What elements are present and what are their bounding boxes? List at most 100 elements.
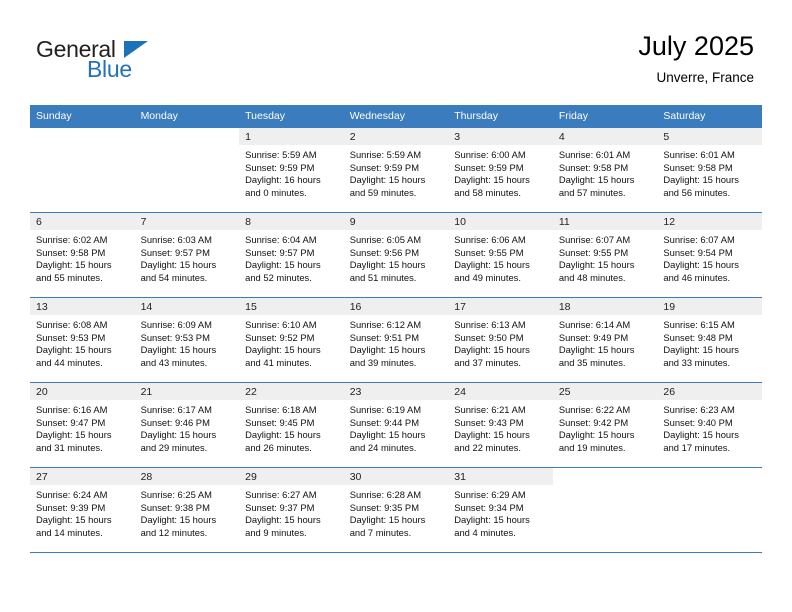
calendar-day-cell[interactable]: 29 Sunrise: 6:27 AM Sunset: 9:37 PM Dayl…: [239, 467, 344, 553]
day-number: 14: [134, 298, 240, 315]
day-number: 15: [239, 298, 344, 315]
day-details: Sunrise: 6:00 AM Sunset: 9:59 PM Dayligh…: [448, 145, 553, 199]
calendar-day-cell[interactable]: 22 Sunrise: 6:18 AM Sunset: 9:45 PM Dayl…: [239, 382, 344, 468]
day-number: 30: [343, 468, 449, 485]
sunrise-text: Sunrise: 6:18 AM: [245, 404, 317, 415]
daylight-text-line1: Daylight: 15 hours: [140, 514, 217, 526]
day-cell-content: 16 Sunrise: 6:12 AM Sunset: 9:51 PM Dayl…: [343, 298, 449, 382]
weekday-header-sunday: Sunday: [30, 105, 135, 128]
day-number: 12: [657, 213, 762, 230]
calendar-day-cell[interactable]: 25 Sunrise: 6:22 AM Sunset: 9:42 PM Dayl…: [552, 382, 658, 468]
calendar-day-cell[interactable]: 10 Sunrise: 6:06 AM Sunset: 9:55 PM Dayl…: [448, 212, 553, 298]
sunrise-text: Sunrise: 6:00 AM: [454, 149, 526, 160]
calendar-day-cell[interactable]: 6 Sunrise: 6:02 AM Sunset: 9:58 PM Dayli…: [30, 212, 135, 298]
calendar-day-cell[interactable]: 2 Sunrise: 5:59 AM Sunset: 9:59 PM Dayli…: [343, 128, 449, 213]
day-details: Sunrise: 6:13 AM Sunset: 9:50 PM Dayligh…: [448, 315, 553, 369]
daylight-text-line1: Daylight: 15 hours: [558, 259, 635, 271]
day-cell-content: 8 Sunrise: 6:04 AM Sunset: 9:57 PM Dayli…: [239, 213, 344, 297]
sunrise-text: Sunrise: 6:01 AM: [558, 149, 631, 160]
day-details: Sunrise: 6:19 AM Sunset: 9:44 PM Dayligh…: [344, 400, 449, 454]
calendar-day-cell[interactable]: 27 Sunrise: 6:24 AM Sunset: 9:39 PM Dayl…: [30, 467, 135, 553]
calendar-day-cell[interactable]: 20 Sunrise: 6:16 AM Sunset: 9:47 PM Dayl…: [30, 382, 135, 468]
daylight-text-line2: and 7 minutes.: [349, 526, 412, 538]
sunset-text: Sunset: 9:55 PM: [454, 246, 524, 258]
calendar-day-cell[interactable]: 30 Sunrise: 6:28 AM Sunset: 9:35 PM Dayl…: [343, 467, 449, 553]
day-details: Sunrise: 6:09 AM Sunset: 9:53 PM Dayligh…: [135, 315, 240, 369]
calendar-day-cell[interactable]: 31 Sunrise: 6:29 AM Sunset: 9:34 PM Dayl…: [448, 467, 553, 553]
day-number: 11: [552, 213, 658, 230]
calendar-day-cell[interactable]: 23 Sunrise: 6:19 AM Sunset: 9:44 PM Dayl…: [343, 382, 449, 468]
daylight-text-line1: Daylight: 15 hours: [349, 344, 426, 356]
day-details: Sunrise: 6:21 AM Sunset: 9:43 PM Dayligh…: [448, 400, 553, 454]
day-number: 3: [448, 128, 553, 145]
day-number: 9: [343, 213, 449, 230]
day-number: 22: [239, 383, 344, 400]
sunrise-text: Sunrise: 6:12 AM: [349, 319, 422, 330]
daylight-text-line2: and 52 minutes.: [245, 271, 312, 283]
calendar-day-cell[interactable]: 19 Sunrise: 6:15 AM Sunset: 9:48 PM Dayl…: [657, 297, 762, 383]
daylight-text-line2: and 49 minutes.: [454, 271, 521, 283]
daylight-text-line2: and 24 minutes.: [349, 441, 417, 453]
sunset-text: Sunset: 9:53 PM: [140, 331, 210, 343]
day-cell-content: 24 Sunrise: 6:21 AM Sunset: 9:43 PM Dayl…: [448, 383, 553, 467]
sunset-text: Sunset: 9:38 PM: [140, 501, 210, 513]
day-details: Sunrise: 6:05 AM Sunset: 9:56 PM Dayligh…: [344, 230, 449, 284]
day-details: Sunrise: 5:59 AM Sunset: 9:59 PM Dayligh…: [239, 145, 344, 199]
calendar-day-cell[interactable]: 5 Sunrise: 6:01 AM Sunset: 9:58 PM Dayli…: [657, 128, 762, 213]
day-number: 29: [239, 468, 344, 485]
calendar-day-cell[interactable]: 12 Sunrise: 6:07 AM Sunset: 9:54 PM Dayl…: [657, 212, 762, 298]
daylight-text-line1: Daylight: 15 hours: [140, 429, 217, 441]
day-number: 21: [134, 383, 240, 400]
daylight-text-line2: and 54 minutes.: [140, 271, 208, 283]
day-number: 27: [30, 468, 135, 485]
daylight-text-line1: Daylight: 15 hours: [663, 174, 739, 186]
daylight-text-line1: Daylight: 15 hours: [663, 344, 739, 356]
daylight-text-line1: Daylight: 15 hours: [558, 344, 635, 356]
calendar-day-cell[interactable]: 16 Sunrise: 6:12 AM Sunset: 9:51 PM Dayl…: [343, 297, 449, 383]
calendar-day-cell[interactable]: 21 Sunrise: 6:17 AM Sunset: 9:46 PM Dayl…: [134, 382, 240, 468]
sunrise-text: Sunrise: 6:25 AM: [140, 489, 212, 500]
calendar-day-cell[interactable]: 18 Sunrise: 6:14 AM Sunset: 9:49 PM Dayl…: [552, 297, 658, 383]
day-number: [657, 468, 762, 485]
calendar-day-cell[interactable]: 17 Sunrise: 6:13 AM Sunset: 9:50 PM Dayl…: [448, 297, 553, 383]
page-subtitle-location: Unverre, France: [656, 70, 754, 85]
day-number: [30, 128, 135, 145]
calendar-day-cell[interactable]: [552, 467, 658, 553]
day-details: Sunrise: 6:03 AM Sunset: 9:57 PM Dayligh…: [135, 230, 240, 284]
calendar-week-row: 20 Sunrise: 6:16 AM Sunset: 9:47 PM Dayl…: [30, 382, 762, 468]
calendar-day-cell[interactable]: 28 Sunrise: 6:25 AM Sunset: 9:38 PM Dayl…: [134, 467, 240, 553]
day-cell-content: 20 Sunrise: 6:16 AM Sunset: 9:47 PM Dayl…: [30, 383, 135, 467]
calendar-day-cell[interactable]: 14 Sunrise: 6:09 AM Sunset: 9:53 PM Dayl…: [134, 297, 240, 383]
calendar-day-cell[interactable]: 3 Sunrise: 6:00 AM Sunset: 9:59 PM Dayli…: [448, 128, 553, 213]
sunset-text: Sunset: 9:35 PM: [349, 501, 419, 513]
calendar-day-cell[interactable]: 13 Sunrise: 6:08 AM Sunset: 9:53 PM Dayl…: [30, 297, 135, 383]
calendar-day-cell[interactable]: 9 Sunrise: 6:05 AM Sunset: 9:56 PM Dayli…: [343, 212, 449, 298]
calendar-day-cell[interactable]: 15 Sunrise: 6:10 AM Sunset: 9:52 PM Dayl…: [239, 297, 344, 383]
calendar-day-cell[interactable]: [657, 467, 762, 553]
daylight-text-line1: Daylight: 15 hours: [349, 514, 426, 526]
daylight-text-line2: and 48 minutes.: [558, 271, 626, 283]
daylight-text-line1: Daylight: 15 hours: [454, 344, 530, 356]
sunrise-text: Sunrise: 6:13 AM: [454, 319, 526, 330]
sunset-text: Sunset: 9:51 PM: [349, 331, 419, 343]
calendar-day-cell[interactable]: 1 Sunrise: 5:59 AM Sunset: 9:59 PM Dayli…: [239, 128, 344, 213]
sunset-text: Sunset: 9:37 PM: [245, 501, 315, 513]
title-block: July 2025 Unverre, France: [638, 30, 754, 88]
calendar-day-cell[interactable]: 11 Sunrise: 6:07 AM Sunset: 9:55 PM Dayl…: [552, 212, 658, 298]
day-cell-content: 2 Sunrise: 5:59 AM Sunset: 9:59 PM Dayli…: [343, 128, 449, 212]
calendar-day-cell[interactable]: 24 Sunrise: 6:21 AM Sunset: 9:43 PM Dayl…: [448, 382, 553, 468]
calendar-day-cell[interactable]: [134, 128, 240, 213]
sunrise-text: Sunrise: 6:10 AM: [245, 319, 317, 330]
calendar-day-cell[interactable]: 4 Sunrise: 6:01 AM Sunset: 9:58 PM Dayli…: [552, 128, 658, 213]
daylight-text-line1: Daylight: 15 hours: [663, 259, 739, 271]
day-details: Sunrise: 6:24 AM Sunset: 9:39 PM Dayligh…: [30, 485, 135, 539]
day-cell-content: 13 Sunrise: 6:08 AM Sunset: 9:53 PM Dayl…: [30, 298, 135, 382]
calendar-day-cell[interactable]: 8 Sunrise: 6:04 AM Sunset: 9:57 PM Dayli…: [239, 212, 344, 298]
day-details: [30, 145, 135, 149]
calendar-day-cell[interactable]: 26 Sunrise: 6:23 AM Sunset: 9:40 PM Dayl…: [657, 382, 762, 468]
day-number: 18: [552, 298, 658, 315]
daylight-text-line1: Daylight: 15 hours: [245, 344, 321, 356]
calendar-day-cell[interactable]: [30, 128, 135, 213]
calendar-body: 1 Sunrise: 5:59 AM Sunset: 9:59 PM Dayli…: [30, 128, 762, 553]
calendar-day-cell[interactable]: 7 Sunrise: 6:03 AM Sunset: 9:57 PM Dayli…: [134, 212, 240, 298]
